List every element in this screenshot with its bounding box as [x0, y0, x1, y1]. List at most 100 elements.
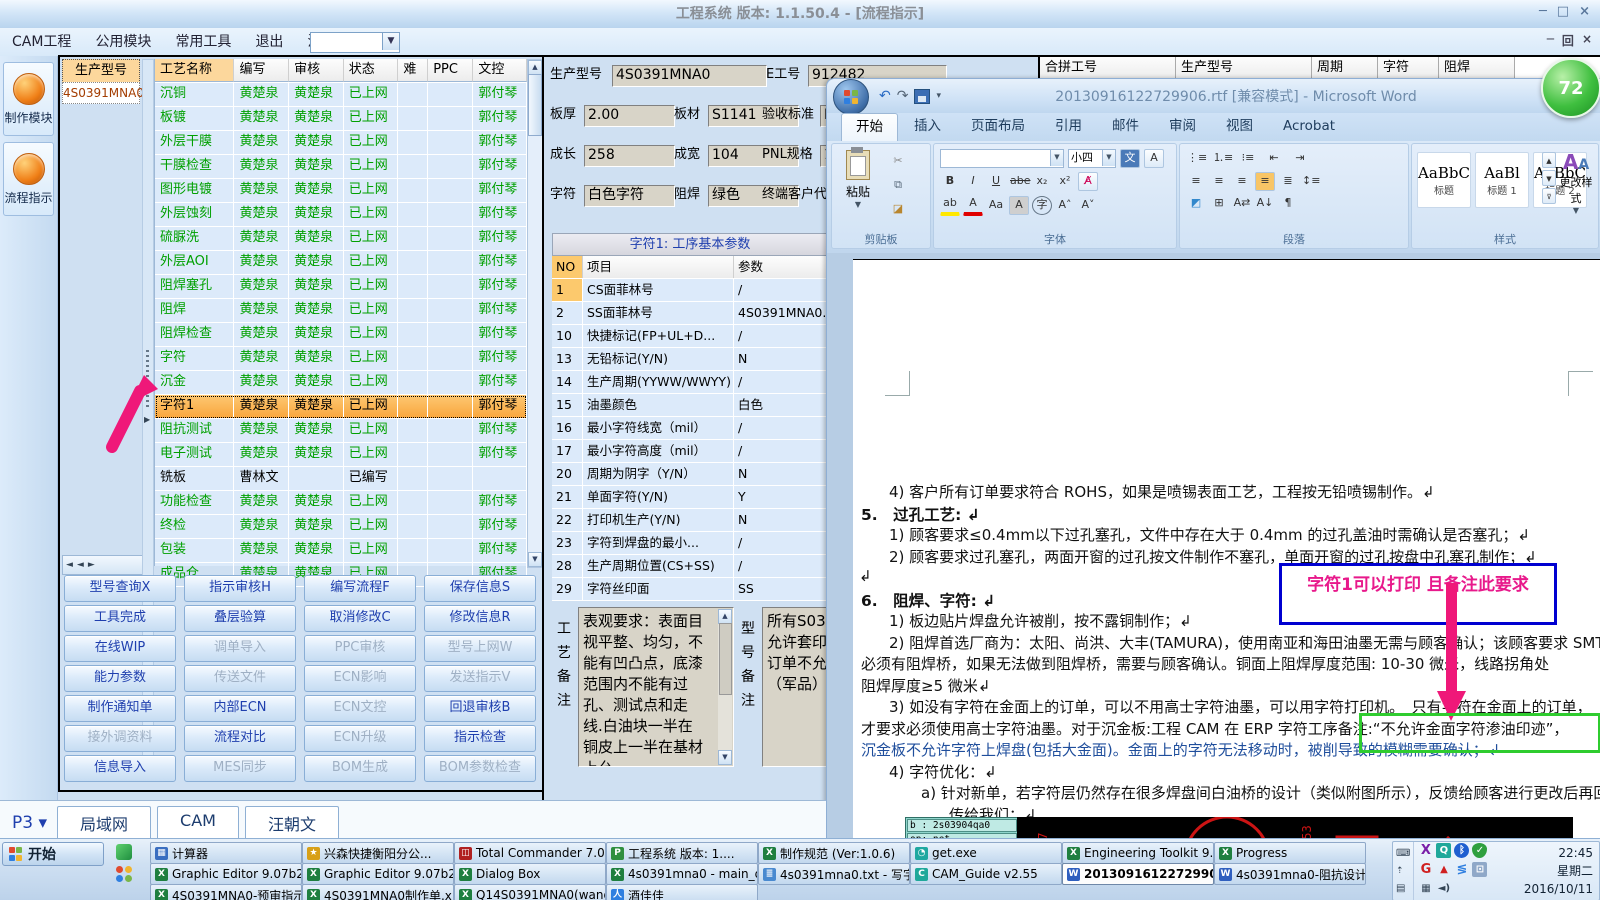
taskbar-button-4S0391MNA0-预审指示....[interactable]: X 4S0391MNA0-预审指示.... [150, 884, 302, 900]
increase-indent-icon[interactable]: ⇥ [1290, 149, 1310, 168]
tab-视图[interactable]: 视图 [1212, 113, 1267, 141]
action-button-流程对比[interactable]: 流程对比 [184, 725, 296, 752]
pager-prev-icon[interactable]: ◄ [66, 560, 73, 570]
column-header[interactable]: 字符 [1378, 57, 1439, 79]
menu-item-CAM工程[interactable]: CAM工程 [0, 29, 83, 55]
table-row[interactable]: 阻焊塞孔 黄楚泉 黄楚泉 已上网 郭付琴 [155, 275, 527, 299]
scroll-up-icon[interactable]: ▲ [528, 60, 542, 75]
borders-icon[interactable]: ⊞ [1209, 194, 1229, 213]
style-card-标题[interactable]: AaBbC 标题 [1417, 152, 1471, 208]
action-button-在线WIP[interactable]: 在线WIP [64, 635, 176, 662]
sidebar-item-flow-indicate[interactable]: 流程指示 [3, 142, 54, 216]
strikethrough-icon[interactable]: abe [1009, 172, 1031, 191]
show-marks-icon[interactable]: ¶ [1278, 194, 1298, 213]
workspace-selector[interactable]: P3 ▾ [12, 813, 47, 833]
table-row[interactable]: 铣板 曹林文 已编写 [155, 467, 527, 491]
taskbar-button-Graphic Editor 9.07b2 (...[interactable]: X Graphic Editor 9.07b2 (... [150, 863, 302, 885]
enclose-characters-icon[interactable]: 字 [1032, 195, 1052, 215]
align-center-icon[interactable]: ≡ [1209, 172, 1229, 191]
tab-页面布局[interactable]: 页面布局 [957, 113, 1039, 141]
decrease-indent-icon[interactable]: ⇤ [1264, 149, 1284, 168]
numbering-icon[interactable]: ⒈≡ [1212, 149, 1233, 168]
taskbar-button-CAM_Guide v2.55[interactable]: C CAM_Guide v2.55 [910, 863, 1062, 885]
menu-item-常用工具[interactable]: 常用工具 [163, 29, 243, 55]
taskbar-button-Graphic Editor 9.07b2 (...[interactable]: X Graphic Editor 9.07b2 (... [302, 863, 454, 885]
underline-icon[interactable]: U [986, 172, 1006, 191]
justify-icon[interactable]: ≡ [1255, 172, 1275, 191]
menu-item-退出[interactable]: 退出 [243, 29, 295, 55]
copy-icon[interactable]: ⧉ [888, 176, 908, 195]
table-row[interactable]: 外层干膜 黄楚泉 黄楚泉 已上网 郭付琴 [155, 131, 527, 155]
start-button[interactable]: 开始 [2, 842, 104, 866]
styles-more-icon[interactable]: ⊽ [1542, 188, 1556, 204]
column-header[interactable]: 难 [398, 59, 429, 82]
sort-icon[interactable]: A↓ [1255, 194, 1275, 213]
tray-chat-icon[interactable]: Q [1436, 843, 1452, 858]
action-button-叠层验算[interactable]: 叠层验算 [184, 605, 296, 632]
taskbar-button-酒佳佳[interactable]: 人酒佳佳 [606, 884, 758, 900]
action-button-回退审核B[interactable]: 回退审核B [424, 695, 536, 722]
craft-note-box[interactable]: 表观要求：表面目视平整、均匀，不能有凹凸点，底漆范围内不能有过孔、测试点和走线.… [578, 607, 734, 767]
action-button-编写流程F[interactable]: 编写流程F [304, 575, 416, 602]
shield-icon[interactable]: ✓ [1472, 843, 1488, 858]
action-button-工具完成[interactable]: 工具完成 [64, 605, 176, 632]
column-header[interactable]: 生产型号 [1176, 57, 1312, 79]
table-row[interactable]: 阻焊检查 黄楚泉 黄楚泉 已上网 郭付琴 [155, 323, 527, 347]
table-row[interactable]: 图形电镀 黄楚泉 黄楚泉 已上网 郭付琴 [155, 179, 527, 203]
process-table-scrollbar[interactable]: ▲ ▼ [527, 59, 543, 568]
model-list-item[interactable]: 4S0391MNA0 [62, 82, 144, 104]
speaker-icon[interactable]: ◄) [1436, 881, 1451, 896]
action-button-信息导入[interactable]: 信息导入 [64, 755, 176, 782]
column-header[interactable]: 周期 [1312, 57, 1378, 79]
taskbar-button-4s0391mna0.txt - 写字板[interactable]: ≣ 4s0391mna0.txt - 写字板 [758, 863, 910, 885]
form-field-字符[interactable]: 白色字符 [584, 185, 675, 207]
font-color-icon[interactable]: A [963, 194, 983, 216]
form-field-生产型号[interactable]: 4S0391MNA0 [612, 65, 767, 87]
italic-icon[interactable]: I [963, 172, 983, 191]
action-button-内部ECN[interactable]: 内部ECN [184, 695, 296, 722]
taskbar-button-2013091612272990...[interactable]: W 2013091612272990... [1062, 863, 1214, 885]
font-size-combo[interactable]: 小四 ▼ [1068, 149, 1116, 168]
column-header[interactable]: NO [552, 256, 583, 278]
font-name-combo[interactable]: ▼ [940, 149, 1064, 168]
bluetooth-icon[interactable]: ᛒ [1454, 843, 1470, 858]
table-row[interactable]: 电子测试 黄楚泉 黄楚泉 已上网 郭付琴 [155, 443, 527, 467]
quick-launch-icon[interactable] [116, 844, 132, 860]
table-row[interactable]: 字符1 黄楚泉 黄楚泉 已上网 郭付琴 [155, 395, 527, 419]
taskbar-button-Q14S0391MNA0(wangyy...[interactable]: X Q14S0391MNA0(wangyy... [454, 884, 606, 900]
action-button-制作通知单[interactable]: 制作通知单 [64, 695, 176, 722]
action-button-指示审核H[interactable]: 指示审核H [184, 575, 296, 602]
align-left-icon[interactable]: ≡ [1186, 172, 1206, 191]
column-header[interactable]: 项目 [583, 256, 734, 278]
mdi-restore-icon[interactable]: 回 [1562, 32, 1574, 49]
pager-next-icon[interactable]: ► [88, 560, 95, 570]
taskbar-button-工程系统 版本: 1....[interactable]: P 工程系统 版本: 1.... [606, 842, 758, 864]
character-shading-icon[interactable]: A [1009, 195, 1029, 215]
chevron-down-icon[interactable]: ▼ [382, 33, 399, 50]
clipboard-tray-icon[interactable]: ▤ [1396, 883, 1410, 894]
multilevel-list-icon[interactable]: ⁝≡ [1238, 149, 1258, 168]
character-border-icon[interactable]: A [1144, 149, 1164, 168]
office-button[interactable] [833, 79, 869, 115]
table-row[interactable]: 板镀 黄楚泉 黄楚泉 已上网 郭付琴 [155, 107, 527, 131]
quick-launch-icon[interactable] [116, 866, 132, 882]
column-header[interactable]: 工艺名称 [155, 59, 235, 82]
cut-icon[interactable]: ✂ [888, 152, 908, 171]
clear-formatting-icon[interactable]: A̸ [1078, 172, 1098, 191]
scroll-thumb[interactable] [719, 623, 732, 695]
scroll-down-icon[interactable]: ▼ [718, 750, 732, 765]
taskbar-button-计算器[interactable]: ▦ 计算器 [150, 842, 302, 864]
taskbar-button-制作规范 (Ver:1.0.6)[interactable]: X 制作规范 (Ver:1.0.6) [758, 842, 910, 864]
taskbar-button-Dialog Box[interactable]: X Dialog Box [454, 863, 606, 885]
bullets-icon[interactable]: ⋮≡ [1186, 149, 1207, 168]
action-button-取消修改C[interactable]: 取消修改C [304, 605, 416, 632]
menu-combobox[interactable]: ▼ [310, 32, 400, 53]
redo-icon[interactable]: ↷ [897, 88, 909, 104]
action-button-型号查询X[interactable]: 型号查询X [64, 575, 176, 602]
taskbar-button-4S0391MNA0制作单.xls ...[interactable]: X 4S0391MNA0制作单.xls ... [302, 884, 454, 900]
shrink-font-icon[interactable]: A˅ [1078, 196, 1098, 215]
asian-layout-icon[interactable]: A⇄ [1232, 194, 1252, 213]
tray-triangle-icon[interactable]: ▲ [1436, 862, 1451, 877]
taskbar-button-get.exe[interactable]: ◔ get.exe [910, 842, 1062, 864]
tray-g-icon[interactable]: G [1418, 862, 1433, 877]
